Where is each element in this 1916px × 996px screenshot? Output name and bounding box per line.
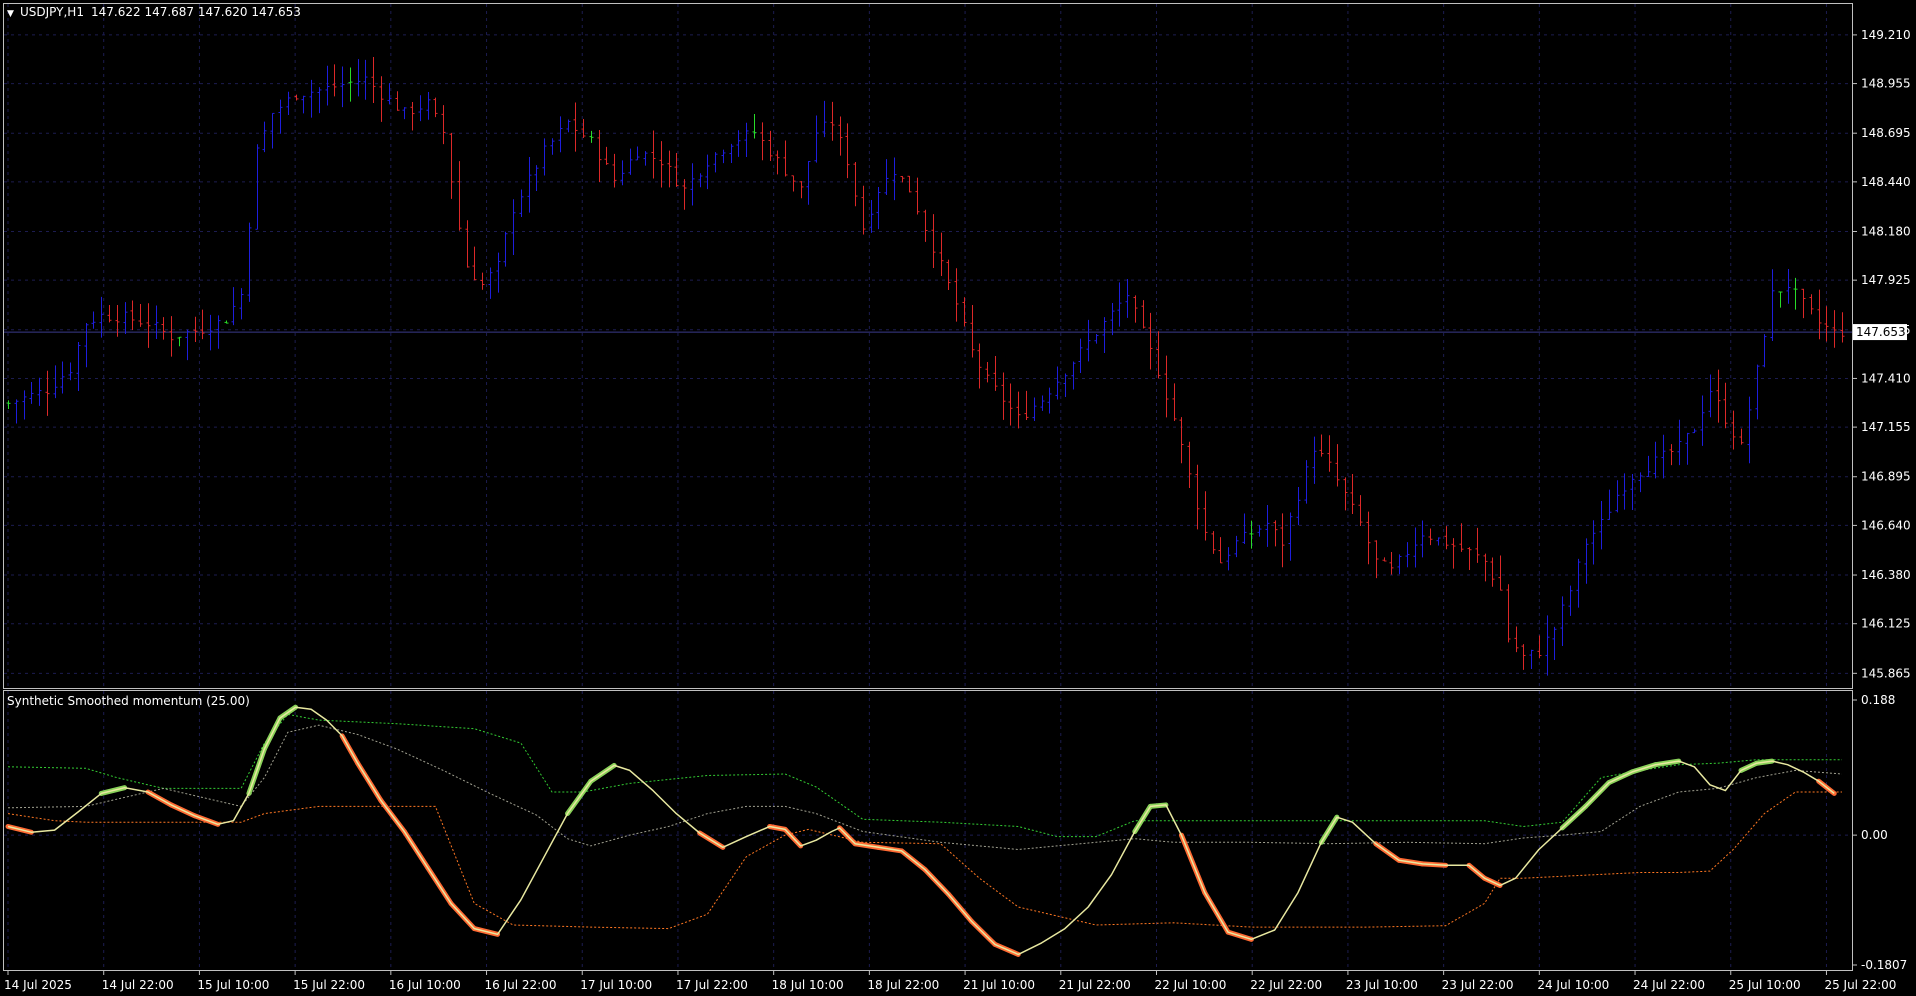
time-tick-label: 15 Jul 22:00 [293,978,365,992]
time-tick-label: 16 Jul 10:00 [389,978,461,992]
time-tick-label: 23 Jul 22:00 [1442,978,1514,992]
lower-band-line [7,791,1842,930]
current-price-value: 147.653 [1856,325,1906,339]
time-tick-label: 22 Jul 22:00 [1250,978,1322,992]
symbol-label: USDJPY,H1 [20,5,84,19]
time-tick-label: 14 Jul 22:00 [102,978,174,992]
price-tick-label: 146.380 [1861,568,1911,582]
price-axis: 149.210 148.955 148.695 148.440 148.180 147.9… [1852,28,1911,680]
price-tick-label: 148.955 [1861,77,1911,91]
time-tick-label: 21 Jul 22:00 [1059,978,1131,992]
indicator-tick-label: -0.1807 [1861,958,1907,972]
price-tick-label: 147.410 [1861,371,1911,385]
mid-band-line [7,724,1843,851]
price-tick-label: 148.695 [1861,126,1911,140]
time-tick-label: 25 Jul 22:00 [1824,978,1896,992]
time-tick-label: 21 Jul 10:00 [963,978,1035,992]
time-tick-label: 17 Jul 10:00 [580,978,652,992]
price-tick-label: 145.865 [1861,666,1911,680]
price-tick-label: 149.210 [1861,28,1911,42]
time-tick-label: 23 Jul 10:00 [1346,978,1418,992]
price-tick-label: 146.640 [1861,518,1911,532]
time-tick-label: 24 Jul 10:00 [1537,978,1609,992]
time-tick-label: 17 Jul 22:00 [676,978,748,992]
time-tick-label: 18 Jul 10:00 [772,978,844,992]
time-tick-label: 16 Jul 22:00 [485,978,557,992]
time-axis: 14 Jul 2025 14 Jul 22:00 15 Jul 10:00 15 Ju… [4,970,1896,992]
time-tick-label: 14 Jul 2025 [4,978,72,992]
indicator-grid [4,691,1852,970]
indicator-axis: 0.188 0.00 -0.1807 [1852,693,1907,972]
current-price-tag: 147.653 [1853,324,1907,341]
indicator-lines [5,704,1843,957]
momentum-line [7,706,1835,956]
price-grid [4,4,1852,688]
price-tick-label: 148.180 [1861,224,1911,238]
price-tick-label: 146.895 [1861,470,1911,484]
ohlc-values: 147.622 147.687 147.620 147.653 [91,5,301,19]
upper-band-line [7,713,1842,838]
time-tick-label: 15 Jul 10:00 [197,978,269,992]
indicator-panel-frame [3,690,1853,971]
price-tick-label: 147.155 [1861,420,1911,434]
chart-window: 149.210 148.955 148.695 148.440 148.180 147.9… [3,3,1911,992]
indicator-tick-label: 0.188 [1861,693,1895,707]
time-tick-label: 22 Jul 10:00 [1154,978,1226,992]
price-tick-label: 146.125 [1861,617,1911,631]
indicator-label: Synthetic Smoothed momentum (25.00) [7,694,250,708]
price-tick-label: 147.925 [1861,273,1911,287]
price-tick-label: 148.440 [1861,175,1911,189]
indicator-tick-label: 0.00 [1861,828,1888,842]
candles [6,57,1845,676]
time-tick-label: 18 Jul 22:00 [867,978,939,992]
time-tick-label: 25 Jul 10:00 [1729,978,1801,992]
time-tick-label: 24 Jul 22:00 [1633,978,1705,992]
header-arrow-icon[interactable]: ▼ [7,9,14,19]
